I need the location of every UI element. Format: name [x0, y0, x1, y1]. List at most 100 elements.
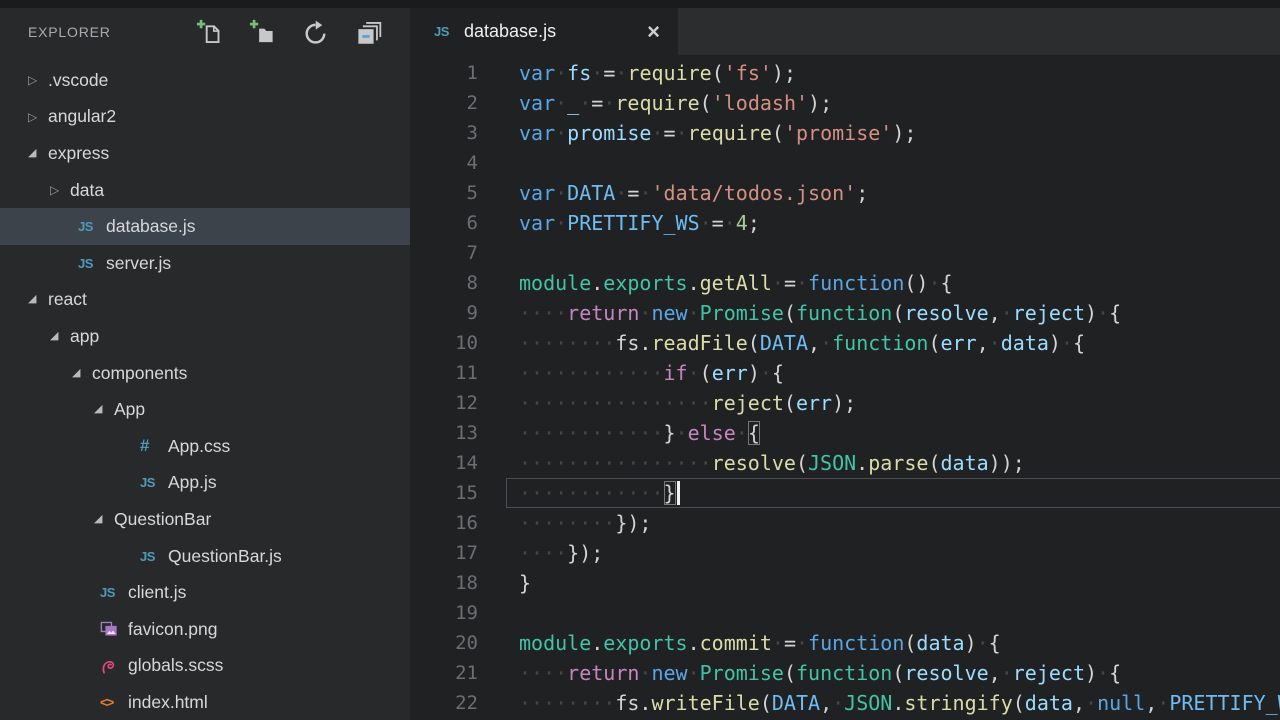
file-tree: ▷.vscode▷angular2◢express▷dataJSdatabase…	[0, 56, 410, 720]
code-line-10[interactable]: 10········fs.readFile(DATA,·function(err…	[410, 328, 1280, 358]
tree-item-globals-scss[interactable]: globals.scss	[0, 648, 410, 685]
code-line-17[interactable]: 17····});	[410, 538, 1280, 568]
tree-item-data[interactable]: ▷data	[0, 172, 410, 209]
code-line-21[interactable]: 21····return·new·Promise(function(resolv…	[410, 658, 1280, 688]
tree-item-app-css[interactable]: #App.css	[0, 428, 410, 465]
file-label: server.js	[106, 253, 171, 274]
code-line-2[interactable]: 2var·_·=·require('lodash');	[410, 88, 1280, 118]
code-line-8[interactable]: 8module.exports.getAll·=·function()·{	[410, 268, 1280, 298]
code-line-16[interactable]: 16········});	[410, 508, 1280, 538]
tree-item-questionbar-js[interactable]: JSQuestionBar.js	[0, 538, 410, 575]
tree-item-questionbar[interactable]: ◢QuestionBar	[0, 501, 410, 538]
file-label: App.css	[168, 436, 230, 457]
line-number[interactable]: 21	[410, 658, 478, 688]
line-number[interactable]: 3	[410, 118, 478, 148]
line-number[interactable]: 19	[410, 598, 478, 628]
tree-item-vscode[interactable]: ▷.vscode	[0, 62, 410, 99]
code-text: ········fs.readFile(DATA,·function(err,·…	[478, 328, 1085, 358]
file-label: express	[48, 143, 109, 164]
line-number[interactable]: 20	[410, 628, 478, 658]
tree-item-components[interactable]: ◢components	[0, 355, 410, 392]
code-text: module.exports.commit·=·function(data)·{	[478, 628, 1001, 658]
tree-item-app[interactable]: ◢app	[0, 318, 410, 355]
chevron-collapsed-icon: ▷	[28, 111, 48, 123]
tab-bar[interactable]: JS database.js ×	[410, 8, 1280, 55]
file-label: index.html	[128, 692, 208, 713]
code-line-14[interactable]: 14················resolve(JSON.parse(dat…	[410, 448, 1280, 478]
explorer-sidebar: EXPLORER	[0, 8, 410, 720]
line-number[interactable]: 22	[410, 688, 478, 718]
js-file-icon: JS	[78, 219, 106, 234]
tree-item-index-html[interactable]: <>index.html	[0, 684, 410, 720]
code-text: ············}·else·{	[478, 418, 760, 448]
code-line-5[interactable]: 5var·DATA·=·'data/todos.json';	[410, 178, 1280, 208]
tree-item-app-js[interactable]: JSApp.js	[0, 465, 410, 502]
line-number[interactable]: 16	[410, 508, 478, 538]
line-number[interactable]: 7	[410, 238, 478, 268]
code-text	[478, 238, 519, 268]
code-text: var·PRETTIFY_WS·=·4;	[478, 208, 760, 238]
line-number[interactable]: 11	[410, 358, 478, 388]
tree-item-express[interactable]: ◢express	[0, 135, 410, 172]
code-editor[interactable]: 1var·fs·=·require('fs');2var·_·=·require…	[410, 55, 1280, 720]
code-line-9[interactable]: 9····return·new·Promise(function(resolve…	[410, 298, 1280, 328]
line-number[interactable]: 14	[410, 448, 478, 478]
code-line-7[interactable]: 7	[410, 238, 1280, 268]
line-number[interactable]: 8	[410, 268, 478, 298]
new-file-button[interactable]	[196, 19, 223, 46]
code-text: var·DATA·=·'data/todos.json';	[478, 178, 868, 208]
explorer-header: EXPLORER	[0, 8, 410, 56]
line-number[interactable]: 18	[410, 568, 478, 598]
line-number[interactable]: 13	[410, 418, 478, 448]
code-line-1[interactable]: 1var·fs·=·require('fs');	[410, 58, 1280, 88]
code-line-11[interactable]: 11············if·(err)·{	[410, 358, 1280, 388]
js-file-icon: JS	[78, 256, 106, 271]
js-file-icon: JS	[100, 585, 128, 600]
code-line-3[interactable]: 3var·promise·=·require('promise');	[410, 118, 1280, 148]
code-text: ····return·new·Promise(function(resolve,…	[478, 658, 1121, 688]
code-text: }	[478, 568, 531, 598]
code-text: ················resolve(JSON.parse(data)…	[478, 448, 1025, 478]
line-number[interactable]: 1	[410, 58, 478, 88]
tree-item-angular2[interactable]: ▷angular2	[0, 99, 410, 136]
tree-item-client-js[interactable]: JSclient.js	[0, 574, 410, 611]
code-line-6[interactable]: 6var·PRETTIFY_WS·=·4;	[410, 208, 1280, 238]
file-label: app	[70, 326, 99, 347]
image-file-icon	[100, 620, 128, 638]
code-text: ········});	[478, 508, 651, 538]
tree-item-app[interactable]: ◢App	[0, 391, 410, 428]
line-number[interactable]: 17	[410, 538, 478, 568]
code-line-22[interactable]: 22········fs.writeFile(DATA,·JSON.string…	[410, 688, 1280, 718]
code-line-18[interactable]: 18}	[410, 568, 1280, 598]
new-folder-button[interactable]	[249, 19, 276, 46]
code-line-13[interactable]: 13············}·else·{	[410, 418, 1280, 448]
vscode-window: EXPLORER	[0, 0, 1280, 720]
line-number[interactable]: 10	[410, 328, 478, 358]
code-text: ············if·(err)·{	[478, 358, 784, 388]
line-number[interactable]: 6	[410, 208, 478, 238]
line-number[interactable]: 5	[410, 178, 478, 208]
line-number[interactable]: 4	[410, 148, 478, 178]
code-line-12[interactable]: 12················reject(err);	[410, 388, 1280, 418]
code-line-19[interactable]: 19	[410, 598, 1280, 628]
tab-database-js[interactable]: JS database.js ×	[410, 8, 678, 55]
tree-item-database-js[interactable]: JSdatabase.js	[0, 208, 410, 245]
line-number[interactable]: 2	[410, 88, 478, 118]
line-number[interactable]: 12	[410, 388, 478, 418]
code-line-20[interactable]: 20module.exports.commit·=·function(data)…	[410, 628, 1280, 658]
code-text: ············}	[478, 478, 680, 508]
file-label: angular2	[48, 106, 116, 127]
tab-close-icon[interactable]: ×	[641, 21, 660, 43]
code-line-4[interactable]: 4	[410, 148, 1280, 178]
refresh-button[interactable]	[302, 19, 329, 46]
line-number[interactable]: 9	[410, 298, 478, 328]
tree-item-server-js[interactable]: JSserver.js	[0, 245, 410, 282]
chevron-collapsed-icon: ▷	[50, 184, 70, 196]
file-label: App	[114, 399, 145, 420]
chevron-expanded-icon: ◢	[94, 404, 114, 415]
tree-item-favicon-png[interactable]: favicon.png	[0, 611, 410, 648]
collapse-all-button[interactable]	[355, 19, 382, 46]
line-number[interactable]: 15	[410, 478, 478, 508]
tree-item-react[interactable]: ◢react	[0, 282, 410, 319]
code-line-15[interactable]: 15············}	[410, 478, 1280, 508]
